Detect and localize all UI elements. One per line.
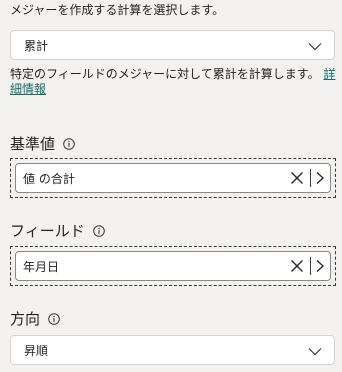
separator: [310, 169, 311, 187]
remove-icon[interactable]: [290, 259, 304, 273]
base-value-label: 基準値: [10, 135, 56, 153]
field-field-well: 年月日: [10, 246, 336, 286]
description-text: 特定のフィールドのメジャーに対して累計を計算します。: [10, 67, 320, 81]
field-label-row: フィールド: [10, 221, 105, 241]
chevron-down-icon: [308, 348, 322, 356]
direction-dropdown[interactable]: 昇順: [10, 335, 335, 365]
chevron-right-icon[interactable]: [314, 171, 326, 185]
instruction-text: メジャーを作成する計算を選択します。: [10, 3, 225, 17]
calculation-description: 特定のフィールドのメジャーに対して累計を計算します。 詳細情報: [10, 67, 336, 97]
info-icon[interactable]: [48, 313, 60, 325]
remove-icon[interactable]: [290, 171, 304, 185]
direction-label: 方向: [10, 310, 41, 328]
field-value: 年月日: [23, 260, 60, 274]
field-field[interactable]: 年月日: [15, 251, 331, 281]
field-label: フィールド: [10, 222, 85, 240]
info-icon[interactable]: [92, 225, 105, 237]
direction-label-row: 方向: [10, 309, 60, 329]
direction-selected-value: 昇順: [24, 344, 49, 358]
base-value-label-row: 基準値: [10, 134, 75, 154]
chevron-down-icon: [308, 43, 322, 51]
base-value-field-well: 値 の合計: [10, 158, 336, 198]
separator: [310, 257, 311, 275]
base-value-field[interactable]: 値 の合計: [15, 163, 331, 193]
info-icon[interactable]: [63, 138, 75, 150]
base-value-value: 値 の合計: [23, 172, 75, 186]
calculation-selected-value: 累計: [24, 39, 49, 53]
chevron-right-icon[interactable]: [314, 259, 326, 273]
calculation-dropdown[interactable]: 累計: [10, 30, 335, 60]
